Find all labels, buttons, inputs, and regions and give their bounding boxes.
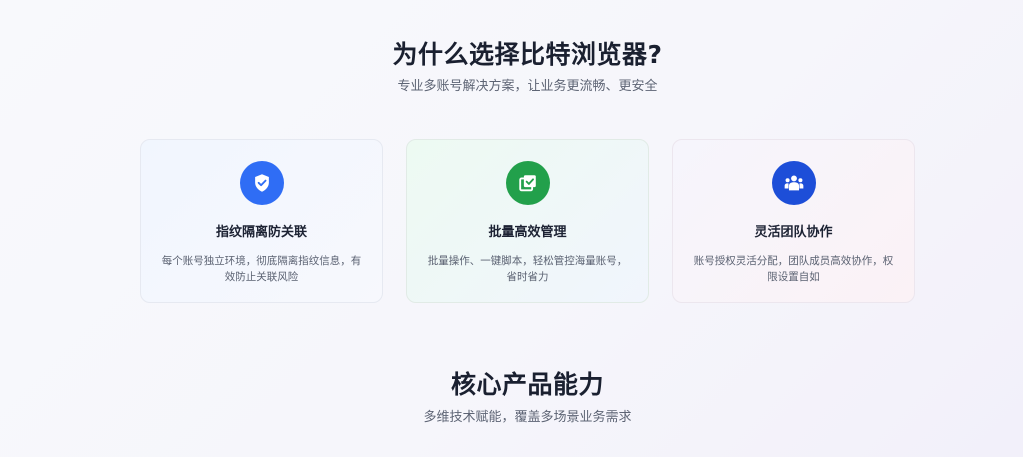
feature-cards: 指纹隔离防关联 每个账号独立环境，彻底隔离指纹信息，有效防止关联风险 批量高效管…	[140, 139, 916, 303]
core-capabilities-section-header: 核心产品能力 多维技术赋能，覆盖多场景业务需求	[0, 368, 1023, 427]
feature-card-team-collaboration: 灵活团队协作 账号授权灵活分配，团队成员高效协作，权限设置自如	[672, 139, 915, 303]
core-capabilities-subtitle: 多维技术赋能，覆盖多场景业务需求	[423, 410, 632, 425]
core-capabilities-title: 核心产品能力	[450, 370, 604, 399]
feature-card-fingerprint-isolation: 指纹隔离防关联 每个账号独立环境，彻底隔离指纹信息，有效防止关联风险	[140, 139, 383, 303]
feature-card-batch-management: 批量高效管理 批量操作、一键脚本，轻松管控海量账号，省时省力	[406, 139, 649, 303]
feature-description: 批量操作、一键脚本，轻松管控海量账号，省时省力	[427, 255, 628, 283]
feature-description: 每个账号独立环境，彻底隔离指纹信息，有效防止关联风险	[161, 255, 362, 283]
why-choose-subtitle: 专业多账号解决方案，让业务更流畅、更安全	[397, 79, 658, 94]
feature-description: 账号授权灵活分配，团队成员高效协作，权限设置自如	[693, 255, 894, 283]
feature-title: 指纹隔离防关联	[215, 225, 307, 240]
feature-title: 批量高效管理	[488, 225, 567, 240]
shield-check-icon	[239, 161, 284, 205]
batch-edit-icon	[505, 161, 550, 205]
feature-title: 灵活团队协作	[754, 225, 833, 240]
why-choose-section-header: 为什么选择比特浏览器? 专业多账号解决方案，让业务更流畅、更安全	[0, 38, 1023, 96]
team-icon	[771, 161, 816, 205]
why-choose-title: 为什么选择比特浏览器?	[392, 40, 663, 69]
